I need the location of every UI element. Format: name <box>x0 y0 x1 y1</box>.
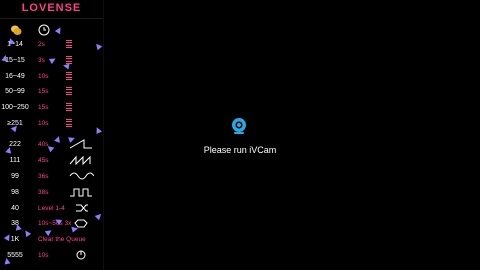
rule-duration: 3s <box>38 57 45 64</box>
bars-icon <box>66 101 74 113</box>
webcam-icon <box>232 118 246 134</box>
tip-rules-panel: LOVENSE 1~14 2s 15~15 3s 16~49 10s 50~99… <box>0 0 104 270</box>
rule-duration: 10s <box>38 120 49 127</box>
status-message: Please run iVCam <box>203 145 277 155</box>
deco-triangle <box>3 257 11 265</box>
rule-row: 100~250 15s <box>0 101 103 119</box>
rule-level: 1~14 <box>7 41 23 48</box>
clock-icon <box>38 24 50 36</box>
panel-divider <box>0 18 103 19</box>
rule-level: 50~99 <box>5 88 25 95</box>
rule-duration: 36s <box>38 173 49 180</box>
rule-row: 1~14 2s <box>0 38 103 56</box>
deco-triangle <box>54 25 64 35</box>
app-logo: LOVENSE <box>21 2 82 14</box>
rule-level: 16~49 <box>5 73 25 80</box>
rule-row: 5555 10s <box>0 250 103 267</box>
rule-duration: 2s <box>38 41 45 48</box>
rule-level: 99 <box>11 173 19 180</box>
rule-level: 222 <box>9 141 21 148</box>
bars-icon <box>66 117 74 129</box>
rule-duration: Clear the Queue <box>38 236 86 243</box>
deco-triangle <box>62 62 70 70</box>
rule-row: 16~49 10s <box>0 70 103 88</box>
rule-level: 111 <box>9 157 21 164</box>
rule-duration: 10s <box>38 252 49 259</box>
bars-icon <box>66 70 74 82</box>
rule-level: 98 <box>11 189 19 196</box>
rule-level: 40 <box>11 205 19 212</box>
square-wave-icon <box>69 155 91 166</box>
shuffle-icon <box>76 204 88 212</box>
rule-duration: 15s <box>38 88 49 95</box>
rule-level: 100~250 <box>1 104 29 111</box>
rule-duration: 45s <box>38 157 49 164</box>
power-icon <box>76 250 86 260</box>
rule-duration: 15s <box>38 104 49 111</box>
rule-row: 50~99 15s <box>0 85 103 103</box>
bars-icon <box>66 38 74 50</box>
sine-wave-icon <box>69 172 94 180</box>
rule-duration: 10s <box>38 73 49 80</box>
deco-triangle <box>1 54 9 62</box>
rule-duration: 38s <box>38 189 49 196</box>
rule-duration: Level 1-4 <box>38 205 65 212</box>
bars-icon <box>66 85 74 97</box>
coins-icon <box>11 25 22 35</box>
pulse-wave-icon <box>70 188 92 197</box>
